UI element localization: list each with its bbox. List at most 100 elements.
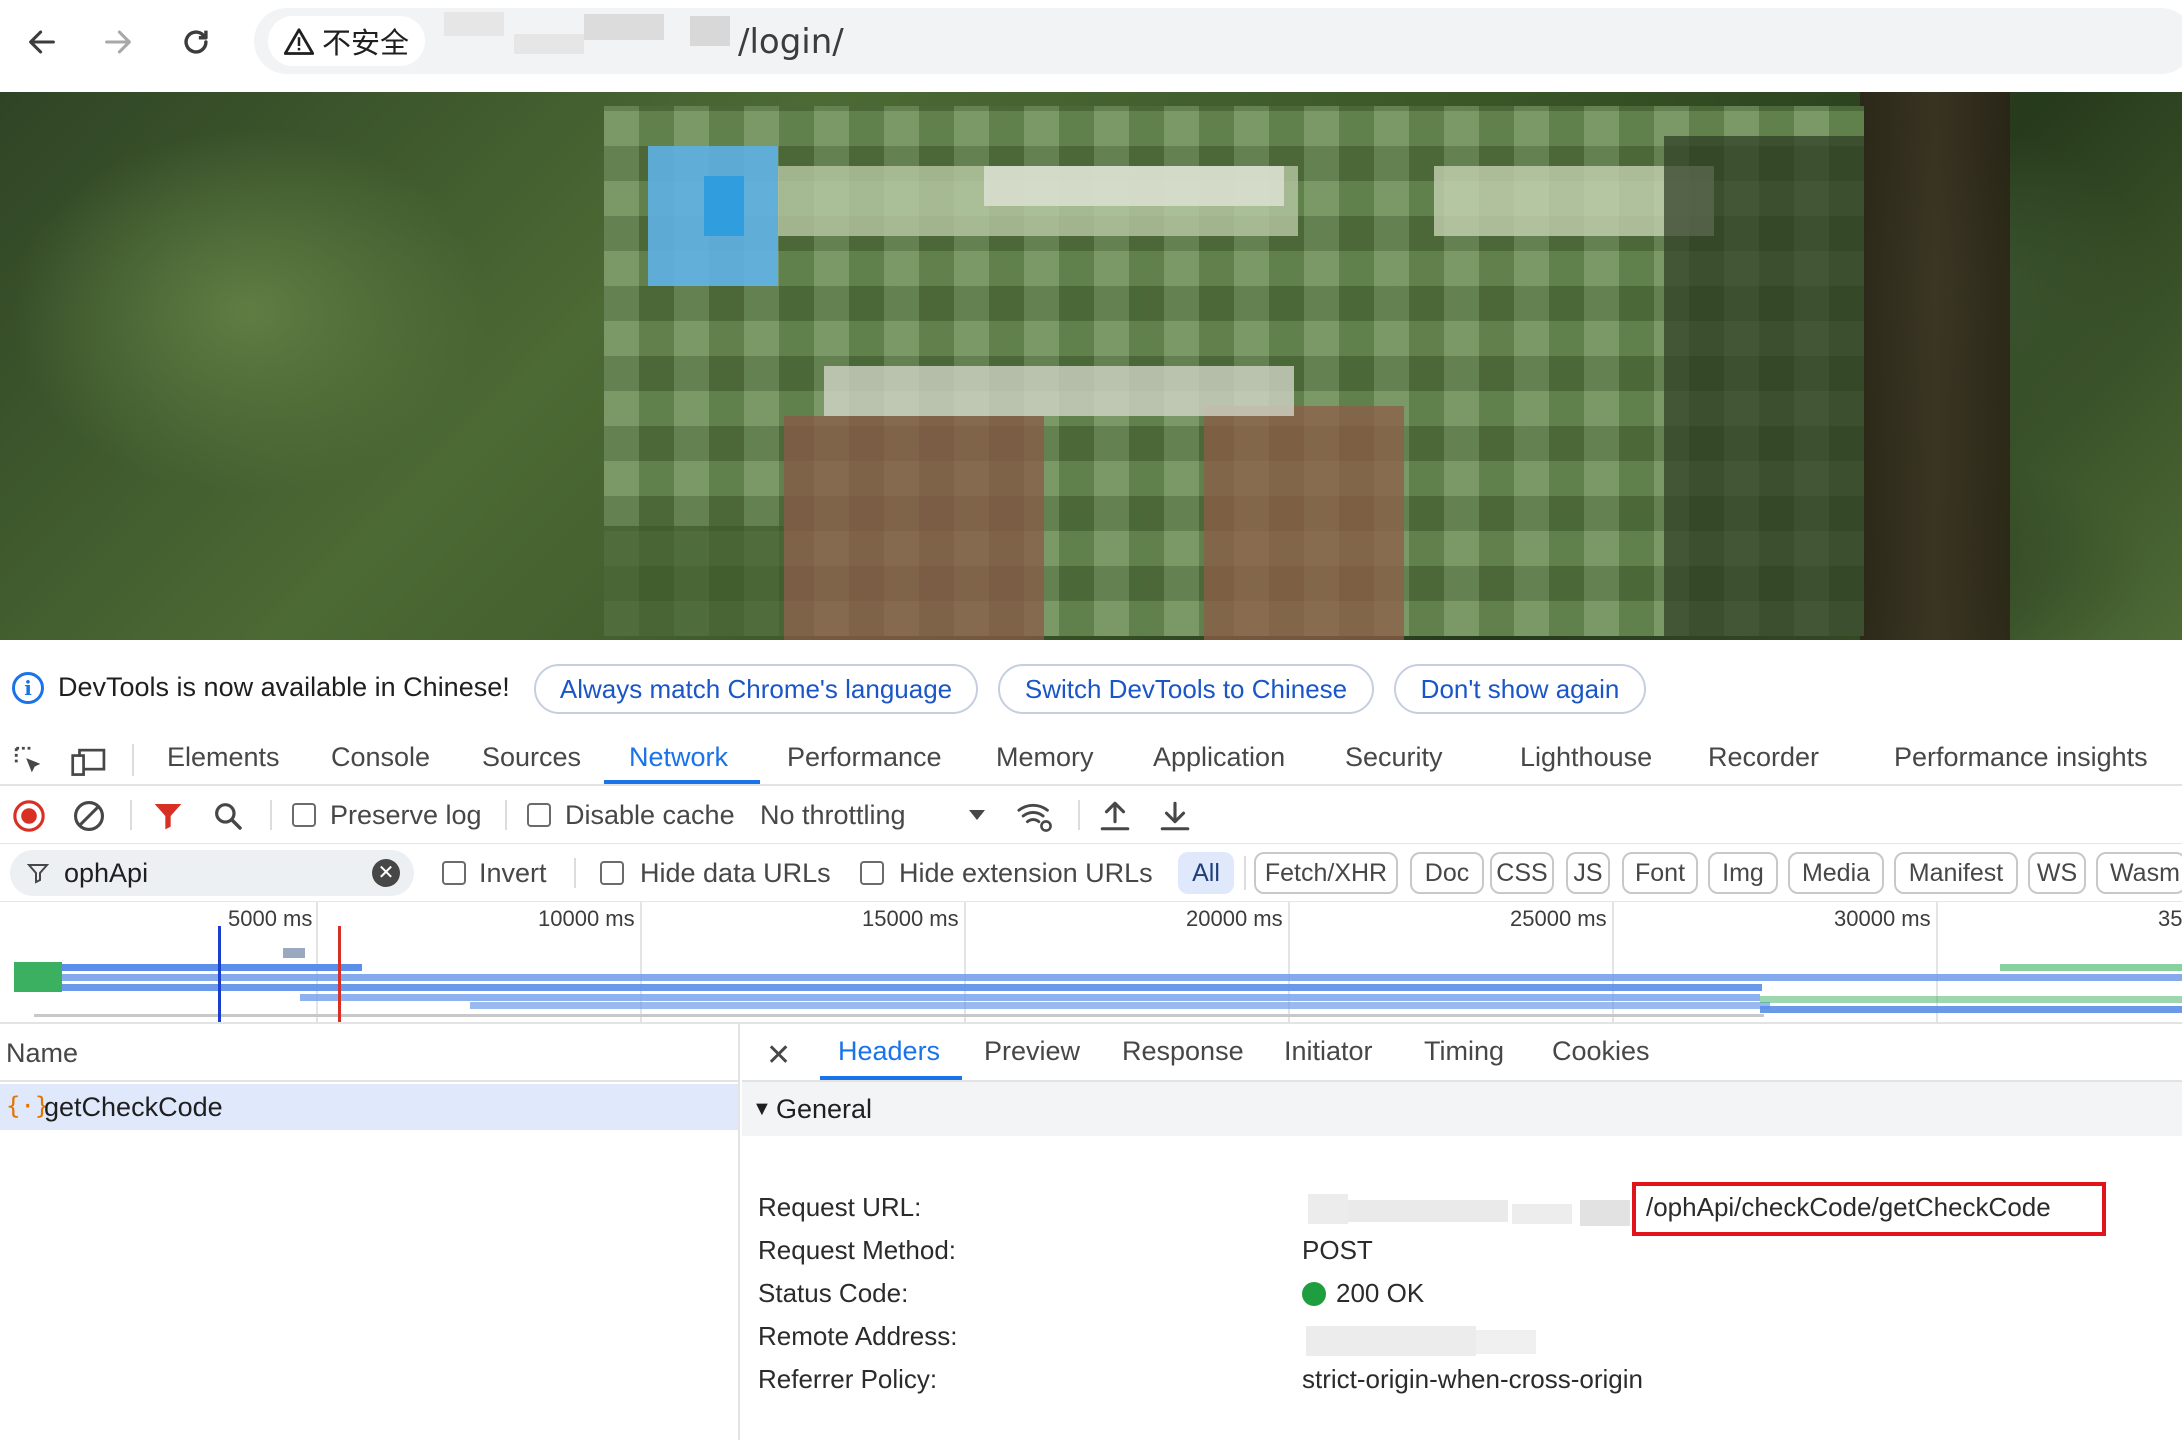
tree-trunk-decoration bbox=[1860, 92, 2010, 640]
status-code-key: Status Code: bbox=[758, 1278, 909, 1308]
forward-button[interactable] bbox=[94, 18, 142, 66]
divider bbox=[130, 800, 132, 830]
export-har-button[interactable] bbox=[1158, 798, 1192, 839]
timeline-tick: 15000 ms bbox=[862, 906, 959, 931]
chevron-down-icon[interactable] bbox=[968, 808, 986, 827]
triangle-down-icon: ▼ bbox=[752, 1098, 772, 1120]
network-conditions-button[interactable] bbox=[1016, 798, 1056, 839]
preserve-log-checkbox[interactable] bbox=[292, 803, 316, 827]
type-filter-media[interactable]: Media bbox=[1788, 852, 1884, 894]
upload-icon bbox=[1100, 801, 1130, 831]
name-column-header[interactable]: Name bbox=[0, 1024, 740, 1082]
redacted-host bbox=[1512, 1204, 1572, 1224]
back-button[interactable] bbox=[18, 18, 66, 66]
type-filter-img[interactable]: Img bbox=[1708, 852, 1778, 894]
type-filter-doc[interactable]: Doc bbox=[1410, 852, 1484, 894]
general-section-header[interactable]: ▼ General bbox=[742, 1082, 2182, 1136]
security-chip[interactable]: 不安全 bbox=[268, 16, 426, 66]
close-details-icon[interactable]: ✕ bbox=[766, 1038, 791, 1073]
tab-timing[interactable]: Timing bbox=[1424, 1036, 1504, 1067]
type-filter-manifest[interactable]: Manifest bbox=[1894, 852, 2018, 894]
tab-security[interactable]: Security bbox=[1345, 742, 1443, 773]
redacted-address bbox=[1476, 1330, 1536, 1354]
redacted-host bbox=[584, 14, 664, 40]
name-column-label: Name bbox=[6, 1038, 79, 1068]
request-row-getcheckcode[interactable]: {·} getCheckCode bbox=[0, 1084, 738, 1130]
throttling-select[interactable]: No throttling bbox=[760, 800, 906, 831]
type-filter-js[interactable]: JS bbox=[1566, 852, 1610, 894]
timeline-tick: 35 bbox=[2158, 906, 2182, 931]
tab-console[interactable]: Console bbox=[331, 742, 430, 773]
redacted-host bbox=[1580, 1200, 1630, 1226]
referrer-policy-value: strict-origin-when-cross-origin bbox=[1302, 1364, 1643, 1394]
tab-memory[interactable]: Memory bbox=[996, 742, 1094, 773]
filter-input-value: ophApi bbox=[64, 858, 149, 888]
page-hero-image bbox=[0, 92, 2182, 640]
tab-lighthouse[interactable]: Lighthouse bbox=[1520, 742, 1652, 773]
redacted-host bbox=[1348, 1200, 1508, 1222]
search-icon bbox=[215, 803, 242, 830]
request-name: getCheckCode bbox=[44, 1092, 223, 1122]
tab-network[interactable]: Network bbox=[629, 742, 728, 773]
hide-extension-urls-label: Hide extension URLs bbox=[899, 858, 1153, 888]
dont-show-again-button[interactable]: Don't show again bbox=[1394, 664, 1646, 714]
hide-data-urls-checkbox[interactable] bbox=[600, 861, 624, 885]
reload-icon bbox=[184, 30, 208, 54]
type-filter-ws[interactable]: WS bbox=[2028, 852, 2086, 894]
hide-extension-urls-checkbox[interactable] bbox=[860, 861, 884, 885]
tab-performance-insights[interactable]: Performance insights bbox=[1894, 742, 2148, 773]
status-ok-dot-icon bbox=[1302, 1282, 1326, 1306]
remote-address-key: Remote Address: bbox=[758, 1321, 958, 1351]
search-button[interactable] bbox=[212, 800, 244, 837]
request-method-key: Request Method: bbox=[758, 1235, 957, 1265]
record-stop-icon bbox=[13, 800, 45, 832]
wifi-gear-icon bbox=[1017, 803, 1052, 832]
filter-toggle-button[interactable] bbox=[152, 800, 184, 837]
divider bbox=[1244, 856, 1246, 890]
invert-label: Invert bbox=[479, 858, 547, 888]
switch-to-chinese-button[interactable]: Switch DevTools to Chinese bbox=[998, 664, 1374, 714]
network-toolbar: Preserve log Disable cache No throttling bbox=[0, 786, 2182, 844]
address-bar[interactable]: 不安全 /login/ bbox=[254, 8, 2182, 74]
stop-recording-button[interactable] bbox=[12, 799, 46, 838]
xhr-icon: {·} bbox=[6, 1092, 50, 1120]
tab-cookies[interactable]: Cookies bbox=[1552, 1036, 1650, 1067]
info-icon: i bbox=[12, 672, 44, 704]
devtools-main-tabs: Elements Console Sources Network Perform… bbox=[0, 734, 2182, 786]
type-filter-all[interactable]: All bbox=[1178, 852, 1234, 894]
type-filter-css[interactable]: CSS bbox=[1490, 852, 1554, 894]
inspect-element-icon[interactable] bbox=[12, 744, 46, 783]
type-filter-font[interactable]: Font bbox=[1622, 852, 1698, 894]
referrer-policy-key: Referrer Policy: bbox=[758, 1364, 938, 1394]
tab-initiator[interactable]: Initiator bbox=[1284, 1036, 1373, 1067]
tab-performance[interactable]: Performance bbox=[787, 742, 942, 773]
tab-preview[interactable]: Preview bbox=[984, 1036, 1080, 1067]
tab-sources[interactable]: Sources bbox=[482, 742, 581, 773]
type-filter-fetch-xhr[interactable]: Fetch/XHR bbox=[1254, 852, 1398, 894]
type-filter-wasm[interactable]: Wasm bbox=[2096, 852, 2182, 894]
tab-headers[interactable]: Headers bbox=[838, 1036, 940, 1067]
disable-cache-label: Disable cache bbox=[565, 800, 735, 830]
filter-input[interactable]: ophApi ✕ bbox=[10, 850, 414, 896]
device-toolbar-icon[interactable] bbox=[70, 744, 108, 783]
invert-checkbox[interactable] bbox=[442, 861, 466, 885]
divider bbox=[574, 858, 576, 888]
reload-button[interactable] bbox=[172, 18, 220, 66]
tab-recorder[interactable]: Recorder bbox=[1708, 742, 1819, 773]
pixelated-image bbox=[604, 106, 1864, 640]
request-method-value: POST bbox=[1302, 1235, 1373, 1265]
general-section-title: General bbox=[776, 1094, 873, 1124]
infobar-message: DevTools is now available in Chinese! bbox=[58, 672, 510, 702]
always-match-language-button[interactable]: Always match Chrome's language bbox=[534, 664, 978, 714]
tab-response[interactable]: Response bbox=[1122, 1036, 1244, 1067]
network-overview-timeline[interactable]: 5000 ms 10000 ms 15000 ms 20000 ms 25000… bbox=[0, 902, 2182, 1024]
divider bbox=[270, 800, 272, 830]
tab-elements[interactable]: Elements bbox=[167, 742, 280, 773]
redacted-host bbox=[514, 34, 584, 54]
clear-button[interactable] bbox=[72, 799, 106, 838]
timeline-tick: 25000 ms bbox=[1510, 906, 1607, 931]
disable-cache-checkbox[interactable] bbox=[527, 803, 551, 827]
import-har-button[interactable] bbox=[1098, 798, 1132, 839]
tab-application[interactable]: Application bbox=[1153, 742, 1285, 773]
clear-filter-icon[interactable]: ✕ bbox=[372, 859, 400, 887]
